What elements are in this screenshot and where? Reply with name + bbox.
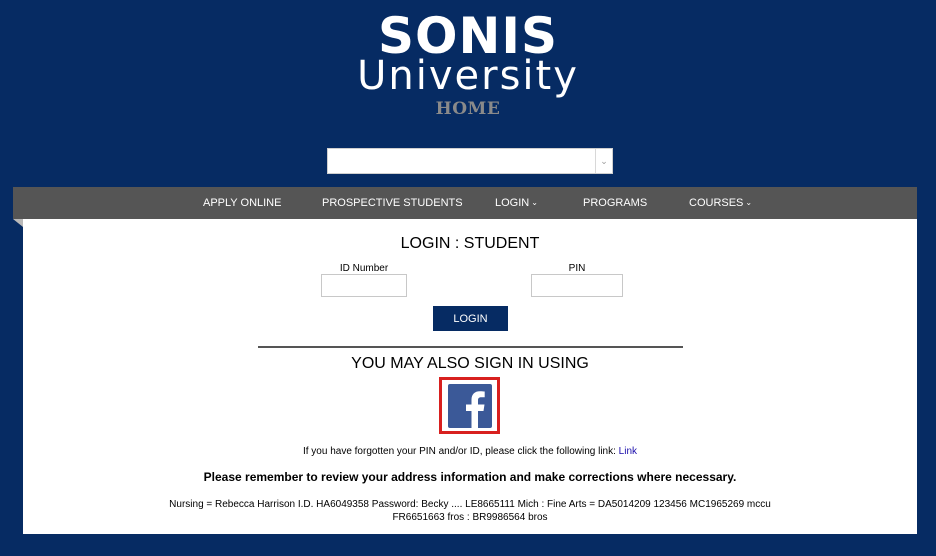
id-number-label: ID Number	[339, 263, 389, 274]
nav-apply-online[interactable]: APPLY ONLINE	[203, 187, 281, 219]
credentials-note-line2: FR6651663 fros : BR9986564 bros	[392, 512, 548, 523]
site-select-dropdown[interactable]: ⌄	[327, 148, 613, 174]
forgot-pin-text: If you have forgotten your PIN and/or ID…	[23, 446, 917, 457]
pin-label: PIN	[568, 263, 586, 274]
nav-courses[interactable]: COURSES ⌄	[689, 187, 752, 219]
section-divider	[258, 346, 683, 348]
forgot-pin-message: If you have forgotten your PIN and/or ID…	[302, 446, 619, 457]
nav-prospective-students[interactable]: PROSPECTIVE STUDENTS	[322, 187, 463, 219]
alt-signin-heading: YOU MAY ALSO SIGN IN USING	[351, 355, 589, 372]
nav-item-label: PROGRAMS	[583, 197, 648, 209]
logo-subtitle: University	[357, 53, 579, 99]
nav-item-label: APPLY ONLINE	[203, 197, 282, 209]
address-reminder: Please remember to review your address i…	[203, 470, 737, 484]
forgot-pin-link[interactable]: Link	[619, 446, 637, 457]
nav-login[interactable]: LOGIN ⌄	[495, 187, 538, 219]
nav-item-label: LOGIN	[495, 197, 530, 209]
login-title: LOGIN : STUDENT	[400, 235, 540, 252]
credentials-note-line1: Nursing = Rebecca Harrison I.D. HA604935…	[169, 499, 771, 510]
login-panel: LOGIN : STUDENT ID Number PIN LOGIN YOU …	[23, 219, 917, 534]
facebook-icon	[448, 384, 492, 428]
nav-programs[interactable]: PROGRAMS	[583, 187, 647, 219]
pin-input[interactable]	[531, 274, 623, 297]
chevron-down-icon: ⌄	[745, 198, 753, 207]
nav-item-label: PROSPECTIVE STUDENTS	[322, 197, 463, 209]
login-button[interactable]: LOGIN	[433, 306, 508, 331]
nav-item-label: COURSES	[689, 197, 744, 209]
nav-ribbon-corner-left	[13, 219, 23, 227]
chevron-down-icon: ⌄	[531, 198, 538, 207]
credentials-note: Nursing = Rebecca Harrison I.D. HA604935…	[23, 498, 917, 524]
main-nav-bar: APPLY ONLINE PROSPECTIVE STUDENTS LOGIN ⌄…	[13, 187, 917, 219]
chevron-down-icon: ⌄	[595, 149, 612, 173]
facebook-login-button[interactable]	[439, 377, 500, 434]
home-link[interactable]: HOME	[0, 99, 936, 119]
id-number-input[interactable]	[321, 274, 407, 297]
